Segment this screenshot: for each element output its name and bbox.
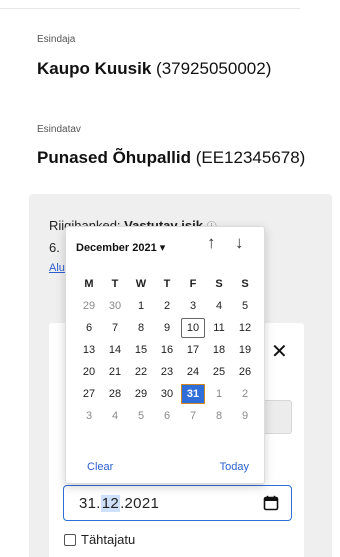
date-year-segment[interactable]: .2021: [120, 495, 159, 512]
calendar-day[interactable]: 29: [128, 383, 154, 405]
representative-value: Kaupo Kuusik (37925050002): [37, 59, 271, 79]
calendar-day[interactable]: 2: [154, 295, 180, 317]
panel-line-2: 6.: [49, 240, 60, 255]
calendar-day[interactable]: 4: [102, 405, 128, 427]
calendar-day[interactable]: 6: [76, 317, 102, 339]
date-picker-popup: December 2021 ▾ ↑ ↓ M T W T F S S 29 30 1 2 3 4 5 6 7 8 9…: [65, 226, 265, 484]
end-date-input[interactable]: 31.12.2021: [63, 485, 292, 521]
calendar-day[interactable]: 1: [206, 383, 232, 405]
date-value[interactable]: 31.12.2021: [79, 495, 159, 512]
calendar-day[interactable]: 21: [102, 361, 128, 383]
calendar-day[interactable]: 30: [154, 383, 180, 405]
date-month-segment[interactable]: 12: [100, 495, 121, 512]
calendar-day[interactable]: 24: [180, 361, 206, 383]
calendar-day[interactable]: 17: [180, 339, 206, 361]
calendar-day[interactable]: 22: [128, 361, 154, 383]
calendar-day[interactable]: 26: [232, 361, 258, 383]
calendar-day[interactable]: 6: [154, 405, 180, 427]
next-month-arrow-icon[interactable]: ↓: [235, 234, 244, 251]
calendar-day[interactable]: 1: [128, 295, 154, 317]
calendar-day[interactable]: 7: [102, 317, 128, 339]
weekday-header: T: [111, 278, 119, 290]
representative-code: (37925050002): [156, 59, 272, 78]
date-day-segment[interactable]: 31.: [79, 495, 101, 512]
calendar-day[interactable]: 7: [180, 405, 206, 427]
clear-button[interactable]: Clear: [87, 461, 113, 473]
close-icon[interactable]: ✕: [271, 342, 288, 362]
calendar-day[interactable]: 19: [232, 339, 258, 361]
today-button[interactable]: Today: [220, 461, 249, 473]
calendar-day[interactable]: 3: [76, 405, 102, 427]
panel-link[interactable]: Alu: [49, 262, 65, 274]
calendar-day[interactable]: 8: [206, 405, 232, 427]
previous-month-arrow-icon[interactable]: ↑: [207, 234, 216, 251]
calendar-day[interactable]: 11: [206, 317, 232, 339]
picker-footer: Clear Today: [87, 461, 249, 473]
calendar-day[interactable]: 5: [128, 405, 154, 427]
calendar-day[interactable]: 4: [206, 295, 232, 317]
represented-name: Punased Õhupallid: [37, 148, 191, 167]
calendar-day[interactable]: 15: [128, 339, 154, 361]
represented-label: Esindatav: [37, 124, 81, 135]
calendar-day[interactable]: 5: [232, 295, 258, 317]
weekday-header: T: [163, 278, 171, 290]
calendar-day[interactable]: 23: [154, 361, 180, 383]
calendar-day[interactable]: 28: [102, 383, 128, 405]
weekday-header: S: [215, 278, 223, 290]
calendar-day[interactable]: 9: [232, 405, 258, 427]
calendar-day[interactable]: 30: [102, 295, 128, 317]
calendar-grid: M T W T F S S 29 30 1 2 3 4 5 6 7 8 9 10 11 12 13 14 15 16 17 18 19…: [76, 273, 259, 427]
calendar-day[interactable]: 2: [232, 383, 258, 405]
calendar-day[interactable]: 27: [76, 383, 102, 405]
calendar-icon[interactable]: [263, 495, 279, 511]
calendar-day[interactable]: 25: [206, 361, 232, 383]
calendar-day[interactable]: 13: [76, 339, 102, 361]
top-divider: [0, 8, 300, 9]
month-year-selector[interactable]: December 2021 ▾: [76, 241, 165, 254]
indefinite-checkbox-row[interactable]: Tähtajatu: [64, 532, 135, 547]
calendar-day[interactable]: 29: [76, 295, 102, 317]
represented-code: (EE12345678): [195, 148, 306, 167]
weekday-header: W: [135, 278, 147, 290]
indefinite-checkbox[interactable]: [64, 533, 76, 546]
weekday-header: S: [241, 278, 249, 290]
representative-label: Esindaja: [37, 34, 76, 45]
calendar-day[interactable]: 14: [102, 339, 128, 361]
calendar-day[interactable]: 9: [154, 317, 180, 339]
indefinite-label: Tähtajatu: [81, 532, 136, 547]
calendar-day[interactable]: 18: [206, 339, 232, 361]
calendar-day[interactable]: 8: [128, 317, 154, 339]
calendar-day[interactable]: 16: [154, 339, 180, 361]
calendar-day[interactable]: 12: [232, 317, 258, 339]
today-day[interactable]: 10: [181, 318, 205, 338]
selected-day[interactable]: 31: [181, 384, 205, 404]
represented-value: Punased Õhupallid (EE12345678): [37, 148, 305, 168]
weekday-header: F: [189, 278, 197, 290]
representative-name: Kaupo Kuusik: [37, 59, 152, 78]
weekday-header: M: [84, 278, 94, 290]
calendar-day[interactable]: 3: [180, 295, 206, 317]
calendar-day[interactable]: 20: [76, 361, 102, 383]
